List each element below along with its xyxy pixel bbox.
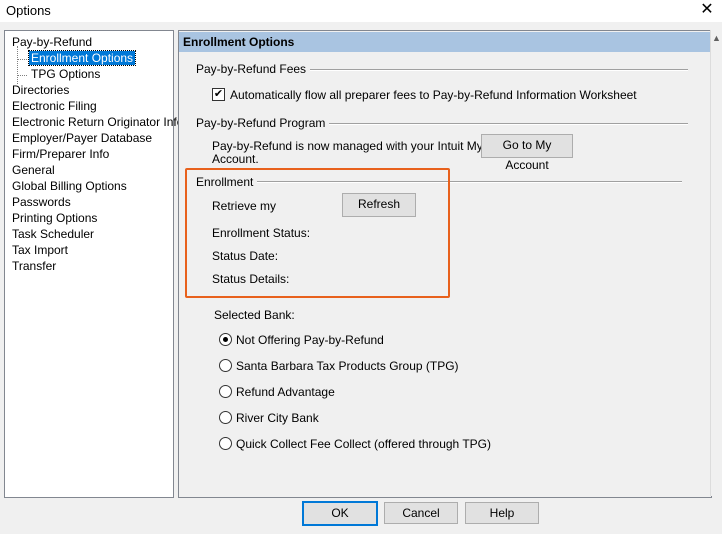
vertical-scrollbar[interactable] [710, 30, 722, 496]
window-title: Options [6, 3, 51, 18]
tree-connector [17, 75, 27, 76]
close-icon[interactable]: ✕ [692, 0, 722, 22]
radio-label-not-offering: Not Offering Pay-by-Refund [236, 333, 384, 347]
tree-item-enrollment-options[interactable]: Enrollment Options [27, 50, 137, 66]
radio-label-quick-collect: Quick Collect Fee Collect (offered throu… [236, 437, 491, 451]
radio-label-refund-advantage: Refund Advantage [236, 385, 335, 399]
title-bar [0, 0, 722, 22]
tree-item-general[interactable]: General [12, 163, 55, 178]
tree-connector [17, 59, 27, 60]
tree-item-employer-payer-database[interactable]: Employer/Payer Database [12, 131, 152, 146]
tree-item-task-scheduler[interactable]: Task Scheduler [12, 227, 94, 242]
help-button[interactable]: Help [465, 502, 539, 524]
radio-label-santa-barbara-tpg: Santa Barbara Tax Products Group (TPG) [236, 359, 459, 373]
tree-item-tpg-options[interactable]: TPG Options [31, 67, 100, 82]
radio-santa-barbara-tpg[interactable] [219, 359, 232, 372]
tree-item-tax-import[interactable]: Tax Import [12, 243, 68, 258]
program-group-label: Pay-by-Refund Program [196, 116, 330, 130]
tree-connector [17, 46, 18, 84]
options-tree[interactable]: Pay-by-Refund Enrollment Options TPG Opt… [4, 30, 183, 498]
radio-refund-advantage[interactable] [219, 385, 232, 398]
tree-item-global-billing-options[interactable]: Global Billing Options [12, 179, 127, 194]
ok-button[interactable]: OK [302, 501, 378, 526]
tree-item-ero-info[interactable]: Electronic Return Originator Info [12, 115, 183, 130]
fees-checkbox-label: Automatically flow all preparer fees to … [230, 88, 637, 102]
cancel-button[interactable]: Cancel [384, 502, 458, 524]
radio-river-city-bank[interactable] [219, 411, 232, 424]
radio-label-river-city-bank: River City Bank [236, 411, 319, 425]
panel-title: Enrollment Options [183, 35, 295, 49]
tree-item-pay-by-refund[interactable]: Pay-by-Refund [12, 35, 92, 50]
go-to-my-account-button[interactable]: Go to My Account [481, 134, 573, 172]
tree-item-electronic-filing[interactable]: Electronic Filing [12, 99, 97, 114]
fees-checkbox[interactable]: ✔ [212, 88, 225, 101]
radio-not-offering[interactable] [219, 333, 232, 346]
scroll-up-arrow-icon[interactable]: ▲ [712, 33, 721, 43]
tree-item-printing-options[interactable]: Printing Options [12, 211, 97, 226]
tree-item-passwords[interactable]: Passwords [12, 195, 71, 210]
program-text-line-1: Pay-by-Refund is now managed with your I… [212, 139, 483, 153]
radio-quick-collect[interactable] [219, 437, 232, 450]
enrollment-highlight-box [185, 168, 450, 298]
tree-item-transfer[interactable]: Transfer [12, 259, 56, 274]
selected-bank-label: Selected Bank: [214, 308, 295, 322]
fees-group-label: Pay-by-Refund Fees [196, 62, 311, 76]
tree-item-firm-preparer-info[interactable]: Firm/Preparer Info [12, 147, 109, 162]
tree-item-directories[interactable]: Directories [12, 83, 69, 98]
program-text-line-2: Account. [212, 152, 259, 166]
